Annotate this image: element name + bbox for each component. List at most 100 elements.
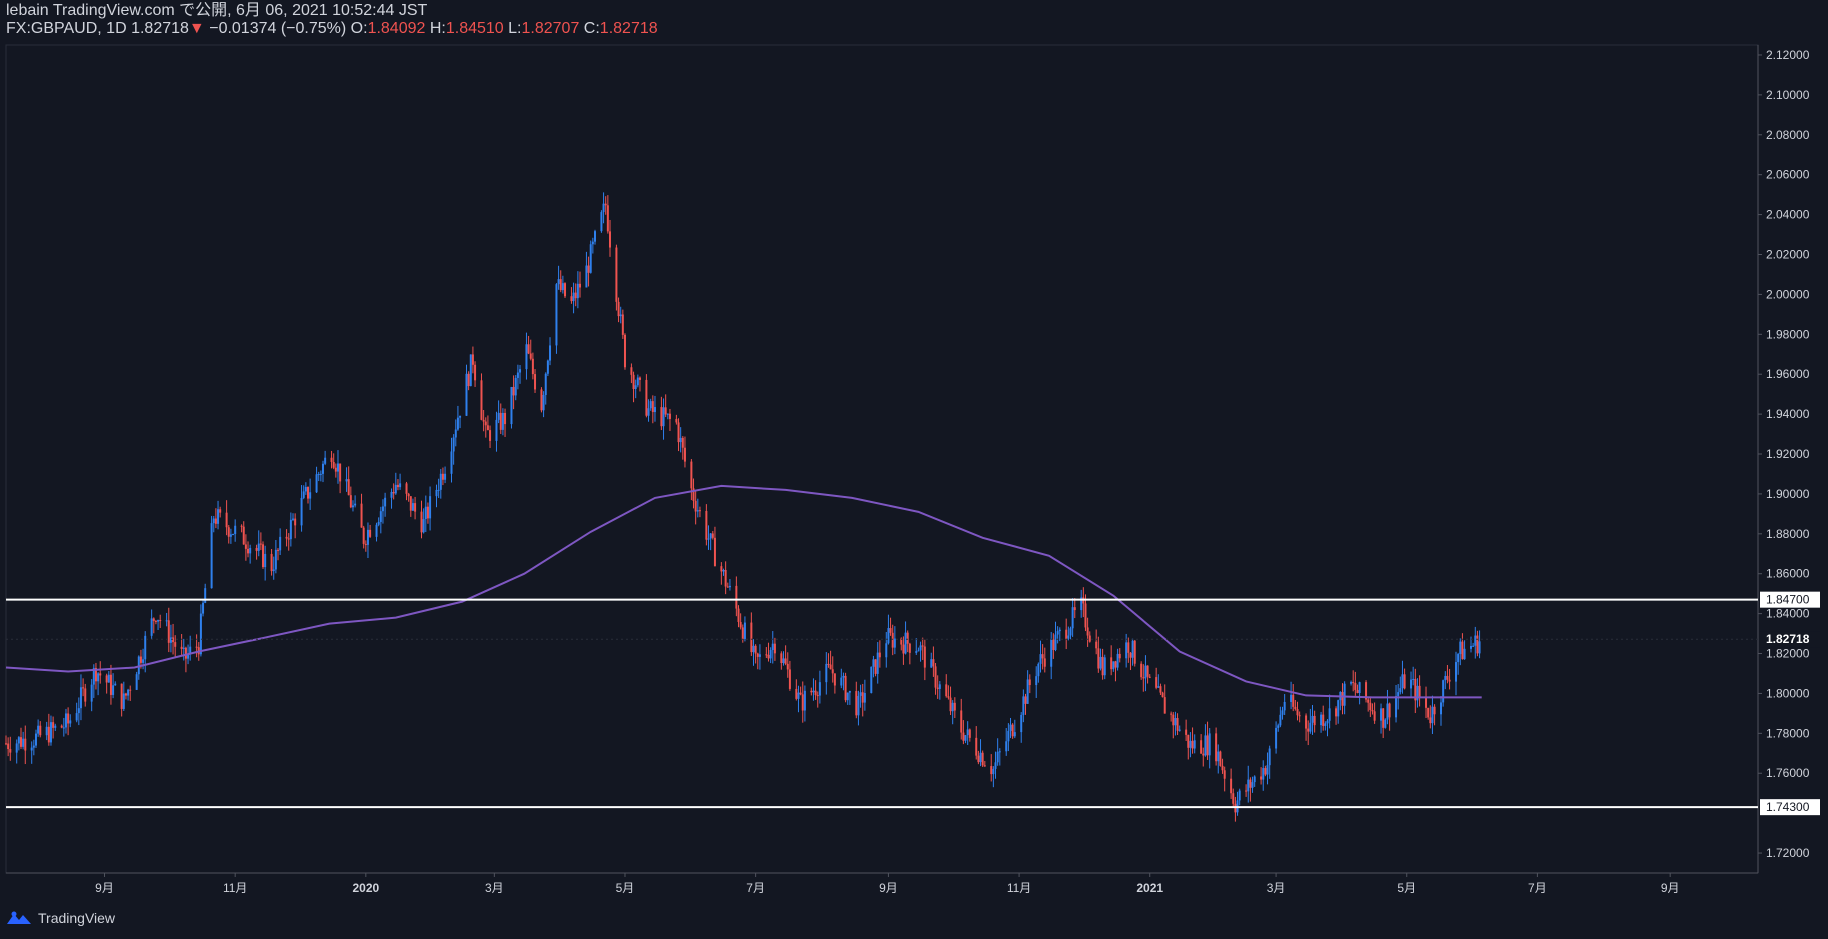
candle-body: [666, 413, 669, 415]
candle-body: [1110, 657, 1113, 670]
candle-body: [210, 523, 213, 589]
candle-body: [426, 506, 429, 519]
candle-body: [953, 702, 956, 711]
candle-body: [360, 503, 363, 528]
candle-body: [120, 683, 123, 709]
candle-body: [1058, 629, 1061, 632]
candle-body: [1170, 713, 1173, 715]
candle-body: [908, 643, 911, 653]
candle-body: [863, 693, 866, 703]
candle-body: [1223, 770, 1226, 779]
candle-body: [1367, 699, 1370, 703]
candle-body: [471, 354, 474, 365]
candle-body: [1011, 724, 1014, 737]
candle-body: [22, 738, 25, 747]
candle-body: [405, 483, 408, 494]
candle-body: [1412, 678, 1415, 680]
candle-body: [1161, 692, 1164, 698]
candle-body: [589, 244, 592, 273]
candle-body: [936, 687, 939, 689]
candle-body: [480, 380, 483, 420]
candle-body: [172, 637, 175, 643]
candle-body: [615, 247, 618, 302]
candle-body: [1399, 688, 1402, 693]
candle-body: [1251, 782, 1254, 788]
candle-body: [572, 292, 575, 302]
candle-body: [1208, 733, 1211, 756]
candle-body: [600, 212, 603, 232]
candle-body: [814, 690, 817, 696]
candle-body: [705, 510, 708, 540]
candle-body: [1309, 722, 1312, 732]
candle-body: [375, 524, 378, 537]
candle-body: [711, 533, 714, 538]
candle-body: [771, 643, 774, 651]
candle-body: [696, 510, 699, 512]
candle-body: [180, 646, 183, 649]
candle-body: [921, 645, 924, 647]
candle-body: [767, 654, 770, 659]
candle-body: [555, 284, 558, 346]
candle-body: [441, 473, 444, 480]
candle-body: [919, 645, 922, 651]
candle-body: [77, 708, 80, 714]
level-label: 1.84700: [1766, 593, 1810, 607]
candle-body: [107, 674, 110, 683]
candle-body: [602, 203, 605, 213]
y-tick-label: 1.80000: [1766, 686, 1810, 700]
candle-body: [876, 652, 879, 674]
candle-body: [324, 457, 327, 464]
y-tick-label: 1.82000: [1766, 647, 1810, 661]
candle-body: [1129, 652, 1132, 658]
candle-body: [409, 496, 412, 511]
candle-body: [1163, 697, 1166, 714]
candle-body: [306, 487, 309, 499]
candle-body: [45, 726, 48, 736]
candle-body: [99, 673, 102, 676]
candle-body: [24, 738, 27, 751]
candle-body: [653, 407, 656, 413]
horizontal-levels[interactable]: [6, 598, 1758, 809]
candle-body: [277, 549, 280, 551]
candle-body: [647, 408, 650, 416]
candle-body: [49, 722, 52, 743]
price-chart[interactable]: 2.12000 2.10000 2.08000 2.06000 2.04000 2.020…: [0, 0, 1828, 939]
candle-body: [561, 283, 564, 291]
candle-body: [345, 479, 348, 482]
candle-body: [165, 620, 168, 622]
candle-body: [347, 479, 350, 496]
candle-body: [315, 474, 318, 493]
candle-body: [1448, 679, 1451, 682]
candle-body: [677, 422, 680, 443]
candle-body: [294, 518, 297, 526]
candle-body: [694, 500, 697, 512]
candle-body: [1114, 661, 1117, 668]
candle-body: [1444, 675, 1447, 681]
footer-brand[interactable]: TradingView: [6, 910, 115, 926]
candle-body: [833, 673, 836, 686]
candle-body: [540, 389, 543, 411]
candle-body: [923, 646, 926, 668]
x-tick-label: 2021: [1136, 881, 1163, 895]
candle-body: [1041, 654, 1044, 659]
candle-body: [1009, 724, 1012, 731]
x-tick-label: 3月: [1267, 881, 1286, 895]
candle-body: [52, 722, 55, 728]
candle-body: [19, 737, 22, 747]
candle-body: [174, 642, 177, 647]
candle-body: [1022, 696, 1025, 715]
candle-body: [799, 692, 802, 695]
candle-body: [559, 279, 562, 291]
candle-body: [889, 628, 892, 633]
candle-body: [1204, 735, 1207, 756]
candle-body: [977, 755, 980, 763]
candle-body: [229, 534, 232, 537]
candle-body: [195, 646, 198, 648]
candle-body: [739, 621, 742, 628]
candle-body: [1146, 665, 1149, 677]
candle-body: [797, 692, 800, 699]
candle-body: [801, 694, 804, 711]
candle-body: [549, 345, 552, 361]
candle-body: [129, 689, 132, 691]
y-tick-label: 1.76000: [1766, 766, 1810, 780]
